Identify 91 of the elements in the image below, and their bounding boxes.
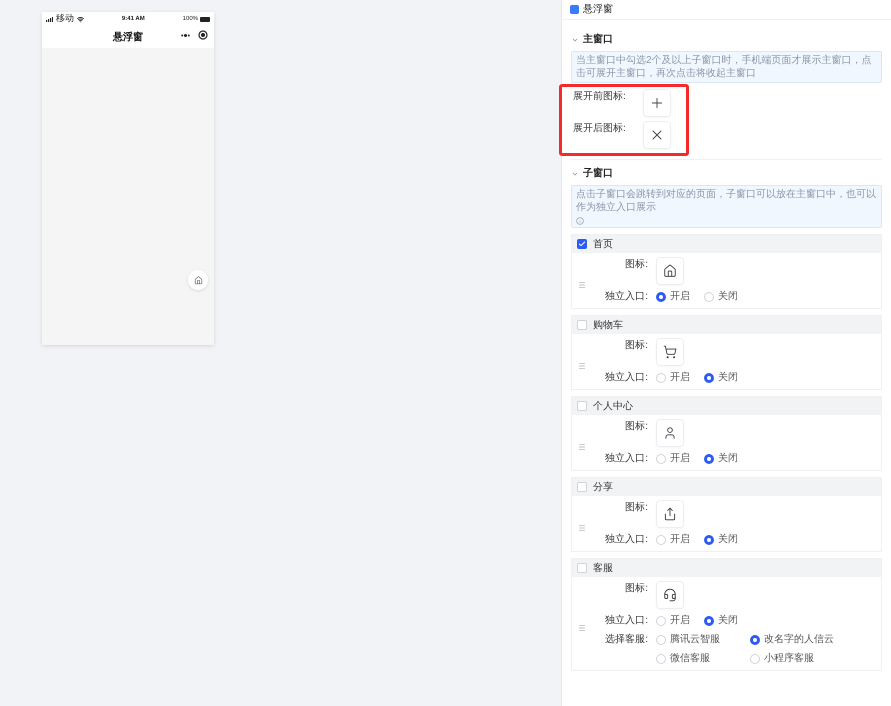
info-note: 当主窗口中勾选2个及以上子窗口时，手机端页面才展示主窗口，点击可展开主窗口，再次点击将收起主窗口 [571, 51, 882, 83]
radio-option[interactable]: 开启 [656, 451, 690, 466]
field-label: 独立入口: [604, 614, 648, 628]
field-label: 图标: [624, 258, 648, 272]
field-label: 图标: [624, 500, 648, 515]
field-label: 独立入口: [604, 370, 648, 385]
field-label: 展开后图标: [573, 122, 627, 136]
target-icon[interactable] [198, 30, 208, 40]
icon-picker[interactable] [643, 121, 671, 149]
field-label: 独立入口: [604, 452, 648, 466]
radio-option[interactable]: 开启 [656, 613, 690, 628]
radio-option[interactable]: 微信客服 [656, 651, 740, 666]
item-name: 个人中心 [593, 400, 633, 414]
section-title: 子窗口 [583, 166, 613, 181]
radio-option[interactable]: 开启 [656, 370, 690, 385]
more-icon[interactable] [181, 34, 190, 36]
icon-picker[interactable] [656, 338, 684, 366]
icon-picker[interactable] [656, 419, 684, 447]
carrier-text: 移动 [56, 14, 74, 24]
field-label: 展开前图标: [573, 90, 627, 104]
icon-picker[interactable] [656, 500, 684, 528]
icon-picker[interactable] [656, 257, 684, 285]
checkbox[interactable] [577, 563, 587, 573]
page-title: 悬浮窗 [113, 30, 143, 44]
radio-option[interactable]: 开启 [656, 289, 690, 304]
radio-label: 微信客服 [670, 652, 710, 666]
home-icon [194, 276, 202, 284]
plus-icon [649, 95, 665, 111]
checkbox[interactable] [577, 320, 587, 330]
radio-option[interactable]: 关闭 [704, 532, 738, 547]
signal-icon [46, 16, 53, 22]
radio-label: 关闭 [718, 290, 738, 304]
panel-title: 悬浮窗 [583, 2, 613, 17]
item-name: 首页 [593, 238, 613, 252]
radio-label: 腾讯云智服 [670, 632, 720, 647]
drag-handle-icon[interactable] [578, 280, 586, 288]
floating-button[interactable] [188, 270, 208, 290]
checkbox[interactable] [577, 401, 587, 411]
radio-option[interactable]: 关闭 [704, 451, 738, 466]
field-label: 独立入口: [604, 532, 648, 547]
item-name: 购物车 [593, 318, 623, 332]
drag-handle-icon[interactable] [578, 524, 586, 532]
drag-handle-icon[interactable] [578, 624, 586, 632]
radio-option[interactable]: 关闭 [704, 370, 738, 385]
field-label: 图标: [624, 338, 648, 353]
icon-picker[interactable] [656, 581, 684, 609]
radio-label: 关闭 [718, 532, 738, 547]
radio-option[interactable]: 腾讯云智服 [656, 632, 740, 647]
radio-button[interactable] [704, 616, 714, 626]
battery-icon [200, 16, 210, 22]
section-title: 主窗口 [583, 32, 613, 47]
radio-option[interactable]: 关闭 [704, 289, 738, 304]
checkbox[interactable] [577, 482, 587, 492]
radio-label: 开启 [670, 370, 690, 385]
user-icon [663, 426, 677, 440]
radio-label: 开启 [670, 452, 690, 466]
radio-label: 开启 [670, 290, 690, 304]
radio-option[interactable]: 小程序客服 [750, 651, 834, 666]
radio-button[interactable] [704, 534, 714, 544]
item-name: 客服 [593, 562, 613, 576]
field-label: 图标: [624, 582, 648, 596]
app-logo-icon [570, 5, 579, 14]
home-icon [663, 264, 677, 278]
radio-label: 小程序客服 [764, 652, 814, 666]
icon-picker[interactable] [643, 89, 671, 117]
radio-label: 开启 [670, 614, 690, 628]
radio-label: 关闭 [718, 452, 738, 466]
field-label: 图标: [624, 420, 648, 434]
drag-handle-icon[interactable] [578, 362, 586, 370]
wifi-icon [77, 16, 84, 22]
radio-button[interactable] [704, 372, 714, 382]
cart-icon [663, 345, 677, 359]
drag-handle-icon[interactable] [578, 442, 586, 450]
radio-button[interactable] [656, 292, 666, 302]
share-icon [663, 507, 677, 521]
radio-label: 改名字的人信云 [764, 632, 834, 647]
radio-option[interactable]: 关闭 [704, 613, 738, 628]
radio-label: 关闭 [718, 614, 738, 628]
radio-button[interactable] [704, 454, 714, 464]
service-icon [663, 588, 677, 602]
field-label: 独立入口: [604, 290, 648, 304]
radio-button[interactable] [750, 634, 760, 644]
radio-label: 关闭 [718, 370, 738, 385]
radio-option[interactable]: 改名字的人信云 [750, 632, 834, 647]
radio-option[interactable]: 开启 [656, 532, 690, 547]
field-label: 选择客服: [604, 632, 648, 647]
item-name: 分享 [593, 480, 613, 494]
note-text: 点击子窗口会跳转到对应的页面，子窗口可以放在主窗口中，也可以作为独立入口展示 [576, 188, 877, 214]
info-icon[interactable] [576, 217, 584, 225]
radio-label: 开启 [670, 532, 690, 547]
checkbox[interactable] [577, 239, 587, 249]
